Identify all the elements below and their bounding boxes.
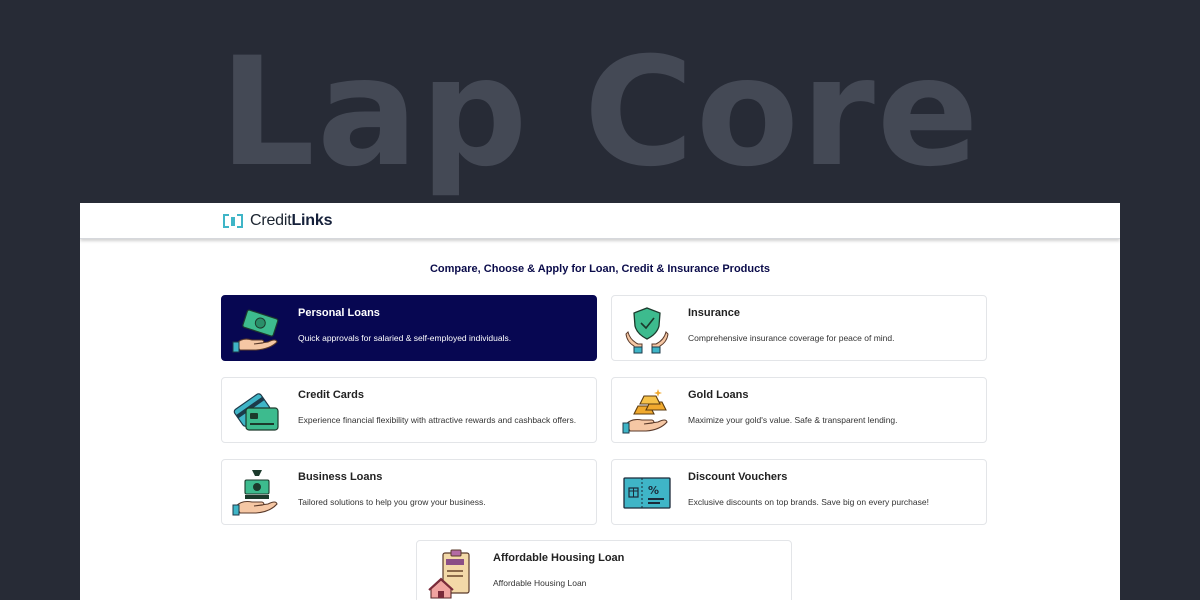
card-title: Credit Cards	[298, 389, 365, 401]
house-loan-clipboard-icon	[428, 549, 470, 599]
header: CreditLinks	[80, 203, 1120, 239]
money-bag-hand-icon	[232, 470, 278, 516]
card-description: Tailored solutions to help you grow your…	[298, 497, 486, 507]
svg-text:%: %	[648, 484, 659, 497]
card-description: Comprehensive insurance coverage for pea…	[688, 333, 895, 343]
product-card-affordable-housing-loan[interactable]: Affordable Housing Loan Affordable Housi…	[416, 540, 792, 600]
card-title: Personal Loans	[298, 307, 380, 319]
gold-bars-hand-icon	[622, 389, 668, 434]
page-tagline: Compare, Choose & Apply for Loan, Credit…	[429, 263, 771, 275]
card-description: Quick approvals for salaried & self-empl…	[298, 333, 512, 343]
app-frame: CreditLinks Compare, Choose & Apply for …	[80, 203, 1120, 600]
product-card-gold-loans[interactable]: Gold Loans Maximize your gold's value. S…	[611, 377, 987, 443]
money-hand-icon	[232, 309, 279, 353]
logo[interactable]: CreditLinks	[222, 211, 332, 231]
card-title: Affordable Housing Loan	[493, 552, 625, 564]
card-description: Exclusive discounts on top brands. Save …	[688, 497, 929, 507]
product-card-discount-vouchers[interactable]: % Discount Vouchers Exclusive discounts …	[611, 459, 987, 525]
voucher-icon: %	[623, 477, 671, 509]
card-title: Insurance	[688, 307, 740, 319]
card-title: Gold Loans	[688, 389, 749, 401]
product-card-personal-loans[interactable]: Personal Loans Quick approvals for salar…	[221, 295, 597, 361]
logo-brackets-icon	[223, 214, 243, 228]
product-card-insurance[interactable]: Insurance Comprehensive insurance covera…	[611, 295, 987, 361]
card-title: Business Loans	[298, 471, 383, 483]
card-title: Discount Vouchers	[688, 471, 788, 483]
shield-hands-icon	[625, 307, 669, 354]
product-card-credit-cards[interactable]: Credit Cards Experience financial flexib…	[221, 377, 597, 443]
logo-text: CreditLinks	[250, 212, 333, 229]
card-description: Maximize your gold's value. Safe & trans…	[688, 415, 898, 425]
card-description: Experience financial flexibility with at…	[298, 415, 577, 425]
product-card-business-loans[interactable]: Business Loans Tailored solutions to hel…	[221, 459, 597, 525]
card-description: Affordable Housing Loan	[493, 578, 587, 588]
credit-card-icon	[233, 393, 279, 431]
banner-title: Lap Core	[219, 26, 981, 200]
